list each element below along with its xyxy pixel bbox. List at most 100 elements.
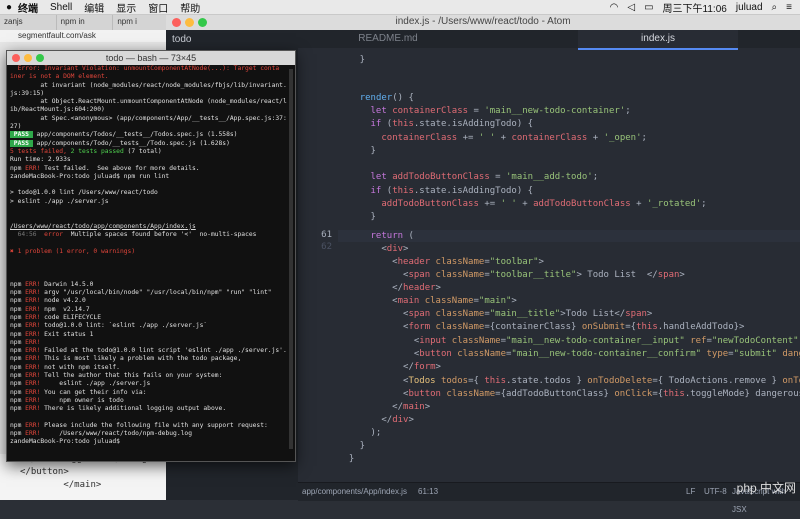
terminal-line: iner is not a DOM element.: [10, 73, 109, 81]
atom-title-bar: index.js - /Users/www/react/todo - Atom: [166, 14, 800, 31]
terminal-scrollbar[interactable]: [289, 69, 293, 449]
code-line: <button className={addTodoButtonClass} o…: [338, 389, 800, 399]
zoom-button[interactable]: [198, 18, 207, 27]
wifi-icon[interactable]: ◠: [610, 2, 619, 13]
terminal-line: npm ERR! You can get their info via:: [10, 388, 147, 396]
browser-tab[interactable]: npm in: [57, 14, 114, 30]
status-file-path[interactable]: app/components/App/index.js: [302, 483, 407, 501]
code-editor[interactable]: } render() { let containerClass = 'main_…: [338, 48, 800, 482]
terminal-line: ✖ 1 problem (1 error, 0 warnings): [10, 247, 136, 255]
menu-bar: ● 终端 Shell 编辑 显示 窗口 帮助 ◠ ◁ ▭ 周三下午11:06 j…: [0, 0, 800, 15]
volume-icon[interactable]: ◁: [627, 2, 635, 13]
code-line: </main>: [338, 402, 431, 412]
search-icon[interactable]: ⌕: [772, 2, 778, 13]
code-line: </form>: [338, 362, 441, 372]
terminal-line: npm ERR! eslint ./app ./server.js: [10, 380, 151, 388]
apple-icon[interactable]: ●: [0, 2, 18, 13]
line-number-gutter: 61 62: [298, 48, 338, 482]
terminal-output: Error: Invariant Violation: unmountCompo…: [7, 65, 288, 461]
menu-help[interactable]: 帮助: [180, 0, 200, 15]
tab-readme[interactable]: README.md: [308, 30, 468, 48]
terminal-line: npm ERR! npm v2.14.7: [10, 305, 90, 313]
browser-tab-bar: zanjs npm in npm i: [0, 14, 171, 30]
code-line: <header className="toolbar">: [338, 257, 544, 267]
terminal-line: npm ERR! node v4.2.0: [10, 297, 86, 305]
terminal-line: js:39:15): [10, 89, 45, 97]
battery-icon[interactable]: ▭: [644, 2, 653, 13]
code-line: <Todos todos={ this.state.todos } onTodo…: [338, 376, 800, 386]
close-button[interactable]: [12, 54, 20, 62]
code-line: }: [338, 146, 376, 156]
window-title: index.js - /Users/www/react/todo - Atom: [395, 16, 571, 27]
terminal-title-bar: todo — bash — 73×45: [7, 51, 295, 65]
minimize-button[interactable]: [185, 18, 194, 27]
page-code-line: </main>: [20, 480, 102, 490]
terminal-line: npm ERR! There is likely additional logg…: [10, 405, 227, 413]
terminal-window[interactable]: todo — bash — 73×45 Error: Invariant Vio…: [6, 50, 296, 462]
status-line-ending[interactable]: LF: [686, 483, 695, 501]
terminal-line: Run time: 2.933s: [10, 156, 71, 164]
terminal-line: 27): [10, 123, 22, 131]
menu-edit[interactable]: 编辑: [84, 0, 104, 15]
user-name[interactable]: juluad: [736, 2, 763, 13]
code-line: }: [338, 454, 355, 464]
menu-shell[interactable]: Shell: [50, 2, 72, 13]
terminal-line: PASS app/components/Todo/__tests__/Todo.…: [10, 139, 230, 147]
menu-terminal[interactable]: 终端: [18, 0, 38, 15]
code-line: }: [338, 441, 366, 451]
code-line: if (this.state.isAddingTodo) {: [370, 119, 534, 129]
code-line: );: [338, 428, 382, 438]
line-number: 61: [321, 230, 332, 240]
terminal-line: ib/ReactMount.js:604:200): [10, 106, 105, 114]
address-bar[interactable]: segmentfault.com/ask: [0, 30, 170, 42]
terminal-line: /Users/www/react/todo/app/components/App…: [10, 222, 196, 230]
terminal-line: npm ERR! npm owner is todo: [10, 396, 124, 404]
terminal-line: 64:56 error Multiple spaces found before…: [10, 230, 257, 238]
status-bar: app/components/App/index.js 61:13 LF UTF…: [298, 482, 800, 514]
terminal-line: npm ERR! todo@1.0.0 lint: `eslint ./app …: [10, 322, 208, 330]
terminal-line: zandeMacBook-Pro:todo juluad$ npm run li…: [10, 172, 170, 180]
editor-tab-bar: README.md index.js: [298, 30, 800, 50]
terminal-line: npm ERR! not with npm itself.: [10, 363, 120, 371]
code-line: </header>: [338, 283, 441, 293]
zoom-button[interactable]: [36, 54, 44, 62]
terminal-line: npm ERR!: [10, 338, 41, 346]
terminal-line: at Spec.<anonymous> (app/components/App/…: [10, 114, 287, 122]
tree-root[interactable]: todo: [166, 30, 298, 49]
code-line: <span className="toolbar__title"> Todo L…: [338, 270, 685, 280]
browser-tab[interactable]: npm i: [113, 14, 171, 30]
minimize-button[interactable]: [24, 54, 32, 62]
terminal-line: npm ERR! Tell the author that this fails…: [10, 371, 223, 379]
code-line: }: [338, 212, 376, 222]
browser-tab[interactable]: zanjs: [0, 14, 57, 30]
close-button[interactable]: [172, 18, 181, 27]
terminal-line: Error: Invariant Violation: unmountCompo…: [10, 65, 280, 72]
tab-index-js[interactable]: index.js: [578, 30, 738, 50]
code-line: addTodoButtonClass += ' ' + addTodoButto…: [381, 199, 707, 209]
terminal-line: npm ERR! code ELIFECYCLE: [10, 313, 102, 321]
code-line: return (: [370, 231, 414, 241]
watermark: php 中文网: [736, 481, 796, 495]
terminal-line: > todo@1.0.0 lint /Users/www/react/todo: [10, 189, 158, 197]
terminal-line: npm ERR! Test failed. See above for more…: [10, 164, 200, 172]
menu-view[interactable]: 显示: [116, 0, 136, 15]
terminal-line: PASS app/components/Todos/__tests__/Todo…: [10, 131, 238, 139]
terminal-line: at Object.ReactMount.unmountComponentAtN…: [10, 98, 287, 106]
clock[interactable]: 周三下午11:06: [663, 0, 727, 15]
list-icon[interactable]: ≡: [786, 2, 792, 13]
status-cursor-position[interactable]: 61:13: [418, 483, 438, 501]
terminal-line: at invariant (node_modules/react/node_mo…: [10, 81, 287, 89]
code-line: <input className="main__new-todo-contain…: [338, 336, 799, 346]
code-line: <form className={containerClass} onSubmi…: [338, 322, 745, 332]
menu-window[interactable]: 窗口: [148, 0, 168, 15]
terminal-line: npm ERR! This is most likely a problem w…: [10, 355, 242, 363]
terminal-line: npm ERR! argv "/usr/local/bin/node" "/us…: [10, 289, 272, 297]
status-encoding[interactable]: UTF-8: [704, 483, 727, 501]
